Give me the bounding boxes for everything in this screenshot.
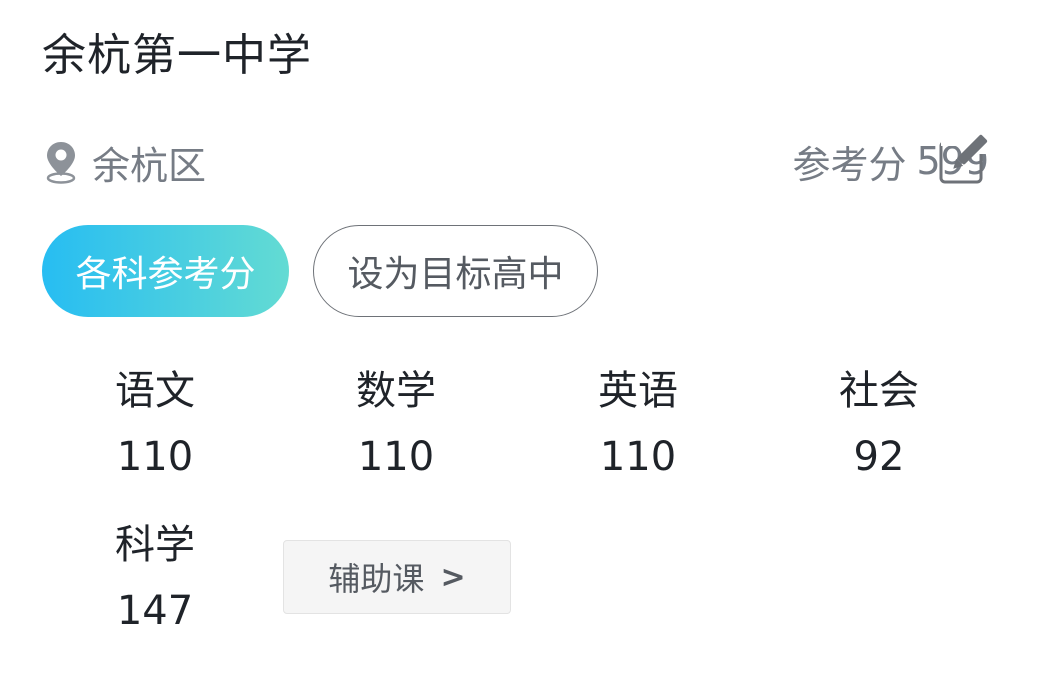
subject-score: 147 bbox=[116, 588, 194, 634]
auxiliary-course-label: 辅助课 bbox=[328, 560, 425, 598]
edit-icon[interactable] bbox=[938, 134, 988, 184]
subject-score: 110 bbox=[599, 434, 677, 480]
subject-score: 110 bbox=[357, 434, 435, 480]
subject-name: 数学 bbox=[356, 368, 436, 414]
chevron-right-icon: > bbox=[440, 559, 466, 595]
location-pin-icon bbox=[46, 142, 76, 184]
subject-name: 科学 bbox=[115, 522, 195, 568]
subject-score: 110 bbox=[116, 434, 194, 480]
subject-score: 92 bbox=[853, 434, 905, 480]
school-name: 余杭第一中学 bbox=[42, 30, 312, 81]
subject-scores-button[interactable]: 各科参考分 bbox=[42, 225, 289, 317]
district-label: 余杭区 bbox=[92, 143, 207, 188]
auxiliary-course-button[interactable]: 辅助课 > bbox=[283, 540, 511, 614]
reference-score-label: 参考分 bbox=[792, 142, 907, 187]
subject-name: 语文 bbox=[115, 368, 195, 414]
location-row: 余杭区 bbox=[44, 136, 206, 188]
subject-item-math: 数学 110 bbox=[296, 365, 496, 483]
set-target-school-button[interactable]: 设为目标高中 bbox=[313, 225, 598, 317]
subject-item-english: 英语 110 bbox=[538, 365, 738, 483]
subject-name: 社会 bbox=[839, 368, 919, 414]
subject-item-social: 社会 92 bbox=[779, 365, 979, 483]
subject-name: 英语 bbox=[598, 368, 678, 414]
subject-item-chinese: 语文 110 bbox=[55, 365, 255, 483]
subject-item-science: 科学 147 bbox=[55, 519, 255, 637]
